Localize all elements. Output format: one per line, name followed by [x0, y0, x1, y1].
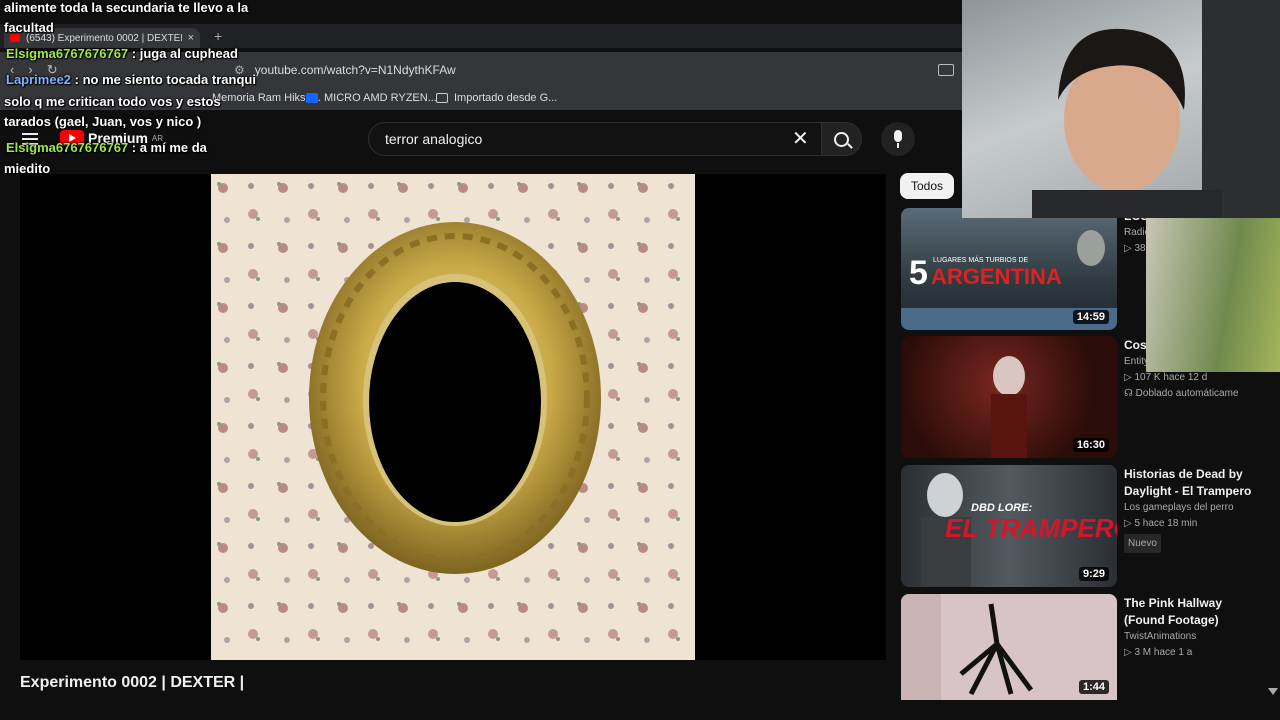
chat-line: Elsigma6767676767 : juga al cuphead — [6, 46, 238, 61]
video-thumbnail[interactable]: 1:44 — [901, 594, 1117, 700]
video-thumbnail[interactable]: 5 LUGARES MÁS TURBIOS DE ARGENTINA 14:59 — [901, 208, 1117, 330]
chat-username: Elsigma6767676767 — [6, 140, 129, 155]
cast-icon[interactable] — [938, 64, 954, 76]
search-icon — [834, 132, 849, 147]
video-meta[interactable]: The Pink Hallway (Found Footage) TwistAn… — [1124, 595, 1254, 661]
channel-name: Los gameplays del perro — [1124, 502, 1234, 513]
svg-text:ARGENTINA: ARGENTINA — [931, 264, 1062, 289]
channel-name: TwistAnimations — [1124, 631, 1197, 642]
video-title-side: Historias de Dead by Daylight - El Tramp… — [1124, 467, 1252, 498]
filter-chip-todos[interactable]: Todos — [900, 173, 954, 199]
bookmark-micro-amd[interactable]: MICRO AMD RYZEN... — [306, 92, 437, 104]
video-meta[interactable]: Historias de Dead by Daylight - El Tramp… — [1124, 466, 1254, 553]
video-thumbnail[interactable]: DBD LORE: EL TRAMPERO 9:29 — [901, 465, 1117, 587]
chat-username: Laprimee2 — [6, 72, 72, 87]
bookmark-label: MICRO AMD RYZEN... — [324, 92, 437, 104]
video-title-side: The Pink Hallway (Found Footage) — [1124, 596, 1223, 627]
microphone-icon — [894, 130, 902, 142]
mirror-frame-image — [211, 174, 695, 660]
video-frame[interactable] — [211, 174, 695, 660]
video-thumbnail[interactable]: 16:30 — [901, 336, 1117, 458]
video-duration: 14:59 — [1072, 310, 1109, 324]
bookmark-memoria-ram[interactable]: Memoria Ram Hikse... — [212, 92, 321, 104]
bookmark-label: Importado desde G... — [454, 92, 558, 104]
bookmark-importado[interactable]: Importado desde G... — [436, 92, 557, 104]
url-text: youtube.com/watch?v=N1NdythKFAw — [254, 63, 456, 77]
svg-text:LUGARES MÁS TURBIOS DE: LUGARES MÁS TURBIOS DE — [933, 255, 1029, 264]
new-tab-button[interactable]: + — [214, 28, 222, 44]
bookmark-favicon-icon — [306, 93, 318, 103]
video-title: Experimento 0002 | DEXTER | — [20, 674, 245, 691]
chat-line: solo q me critican todo vos y estos — [4, 94, 221, 109]
auto-dub-label: ☊ Doblado automáticame — [1124, 388, 1239, 399]
video-duration: 9:29 — [1078, 567, 1109, 581]
video-duration: 16:30 — [1072, 438, 1109, 452]
search-field[interactable] — [368, 122, 822, 156]
chat-line: Laprimee2 : no me siento tocada tranqui — [6, 72, 256, 87]
svg-text:5: 5 — [909, 254, 928, 292]
dub-icon: ☊ — [1124, 388, 1136, 399]
chat-line: Elsigma6767676767 : a mí me da — [6, 140, 207, 155]
video-duration: 1:44 — [1078, 680, 1109, 694]
search-button[interactable] — [822, 122, 862, 156]
camera-overlay — [1146, 218, 1280, 372]
chat-line: miedito — [4, 161, 51, 176]
chat-username: Elsigma6767676767 — [6, 46, 129, 61]
video-stats: ▷ 5 hace 18 min — [1124, 518, 1198, 529]
chat-line: facultad — [4, 20, 54, 35]
streamer-image — [1032, 0, 1280, 218]
svg-text:EL TRAMPERO: EL TRAMPERO — [945, 513, 1117, 543]
voice-search-button[interactable] — [881, 122, 915, 156]
video-stats: ▷ 107 K hace 12 d — [1124, 372, 1208, 383]
bookmark-label: Memoria Ram Hikse... — [212, 92, 321, 104]
video-stats: ▷ 3 M hace 1 a — [1124, 647, 1193, 658]
webcam-overlay — [962, 0, 1280, 218]
folder-icon — [436, 93, 448, 103]
chat-line: alimente toda la secundaria te llevo a l… — [4, 0, 249, 15]
url-field[interactable]: ⚙ youtube.com/watch?v=N1NdythKFAw — [234, 58, 934, 82]
chat-line: tarados (gael, Juan, vos y nico ) — [4, 114, 202, 129]
close-tab-icon[interactable]: × — [188, 32, 194, 44]
clear-search-icon[interactable]: ✕ — [792, 129, 809, 149]
new-badge: Nuevo — [1124, 534, 1161, 553]
scroll-down-icon[interactable] — [1268, 688, 1278, 695]
search-input[interactable] — [383, 130, 777, 148]
